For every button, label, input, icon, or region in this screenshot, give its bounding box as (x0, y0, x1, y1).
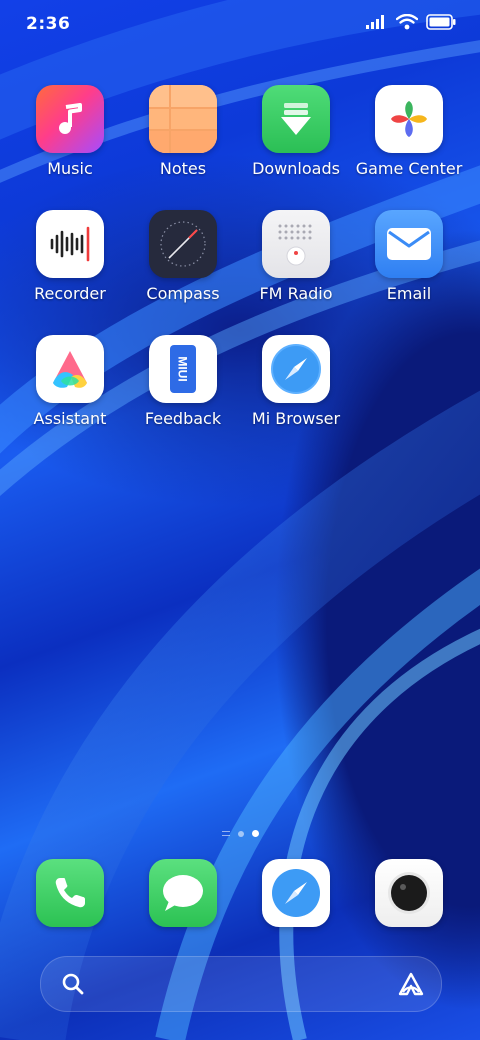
app-label: Compass (146, 284, 220, 303)
page-dot-2 (237, 830, 244, 837)
message-bubble-icon (163, 875, 203, 911)
app-mi-browser[interactable]: Mi Browser (241, 335, 351, 428)
app-downloads[interactable]: Downloads (241, 85, 351, 178)
phone-icon (55, 878, 85, 908)
compass-needle-icon (262, 335, 330, 403)
app-label: Recorder (34, 284, 106, 303)
camera-icon (388, 872, 430, 914)
download-arrow-icon (262, 85, 330, 153)
search-icon[interactable] (61, 972, 85, 996)
browser-icon (272, 869, 320, 917)
compass-dial-icon (149, 210, 217, 278)
page-dot-current (251, 830, 259, 837)
app-label: Feedback (144, 409, 222, 428)
battery-icon (426, 14, 456, 30)
status-bar: 2:36 (0, 0, 480, 50)
music-note-icon (36, 85, 104, 153)
notes-icon (149, 85, 217, 153)
app-feedback[interactable]: MIUI Feedback (128, 335, 238, 428)
app-label: Email (386, 284, 432, 303)
radio-icon (262, 210, 330, 278)
dock-camera[interactable] (375, 859, 443, 927)
app-email[interactable]: Email (354, 210, 464, 303)
app-label: Downloads (252, 159, 340, 178)
app-notes[interactable]: Notes (128, 85, 238, 178)
app-assistant[interactable]: Assistant (15, 335, 125, 428)
app-label: Assistant (33, 409, 107, 428)
dock-phone[interactable] (36, 859, 104, 927)
clock: 2:36 (26, 14, 71, 34)
dock-browser[interactable] (262, 859, 330, 927)
wifi-icon (396, 14, 418, 30)
feedback-badge: MIUI (170, 345, 196, 393)
search-bar[interactable] (40, 956, 442, 1012)
app-fm-radio[interactable]: FM Radio (241, 210, 351, 303)
dock-messages[interactable] (149, 859, 217, 927)
feedback-badge-text: MIUI (176, 356, 190, 382)
status-icons (366, 14, 456, 30)
app-compass[interactable]: Compass (128, 210, 238, 303)
app-label: Music (47, 159, 93, 178)
app-label: FM Radio (259, 284, 333, 303)
app-label: Game Center (355, 159, 463, 178)
app-label: Mi Browser (251, 409, 341, 428)
app-game-center[interactable]: Game Center (354, 85, 464, 178)
pinwheel-icon (375, 85, 443, 153)
page-indicator[interactable] (0, 830, 480, 837)
signal-icon (366, 15, 384, 29)
miui-feedback-icon: MIUI (149, 335, 217, 403)
page-dot-1 (221, 831, 230, 836)
app-label: Notes (159, 159, 207, 178)
assistant-logo-icon (36, 335, 104, 403)
assistant-icon[interactable] (397, 972, 425, 996)
envelope-icon (375, 210, 443, 278)
app-recorder[interactable]: Recorder (15, 210, 125, 303)
app-music[interactable]: Music (15, 85, 125, 178)
sound-wave-icon (36, 210, 104, 278)
